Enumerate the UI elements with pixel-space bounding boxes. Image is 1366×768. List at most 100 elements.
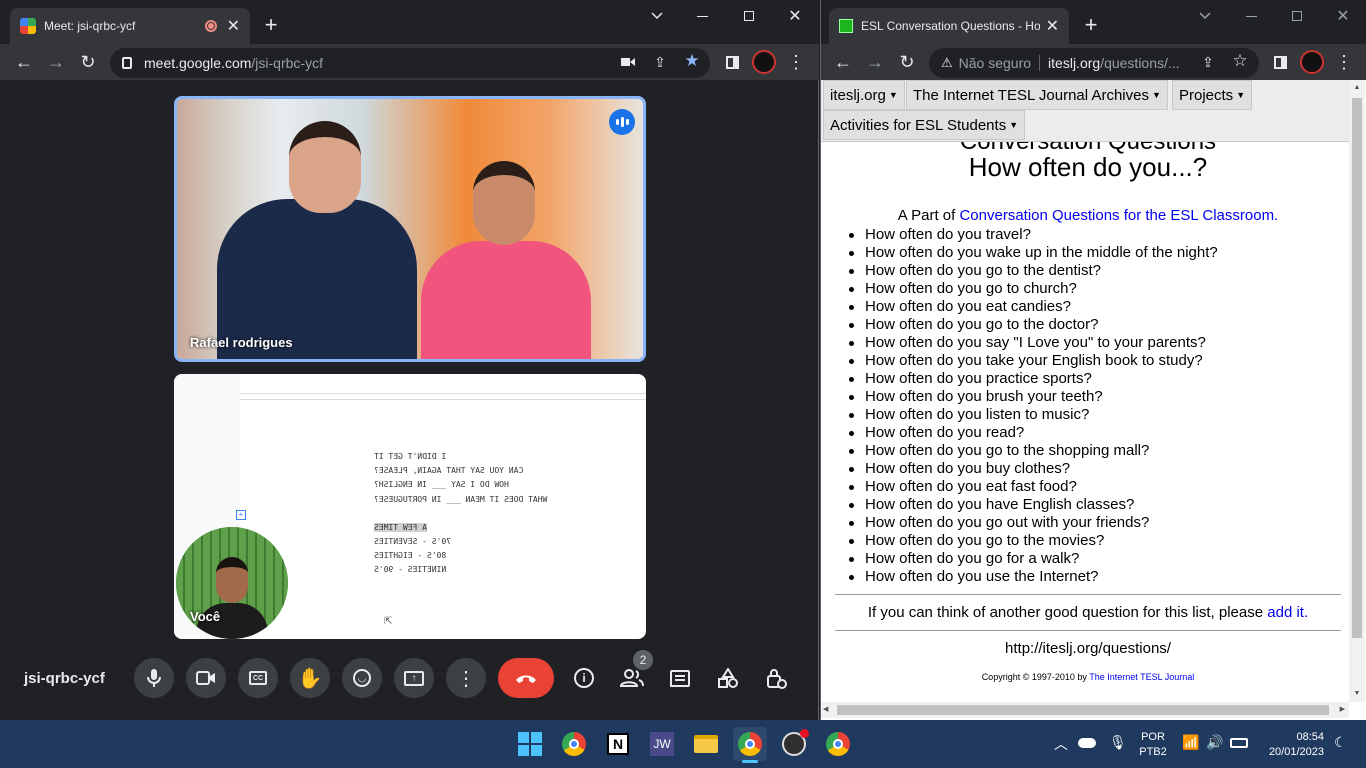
vertical-scroll-thumb[interactable]: [1352, 98, 1362, 638]
more-options-button[interactable]: ⋮: [446, 658, 486, 698]
maximize-icon[interactable]: [1285, 6, 1309, 26]
close-window-icon[interactable]: ✕: [1331, 6, 1355, 26]
active-indicator: [742, 760, 758, 763]
scroll-left-icon[interactable]: ◀: [823, 702, 828, 718]
doc-line: NINETIES - 90'S: [374, 565, 447, 575]
notion-icon[interactable]: N: [601, 727, 635, 761]
battery-icon[interactable]: [1230, 738, 1248, 748]
mic-button[interactable]: [134, 658, 174, 698]
info-button[interactable]: i: [564, 658, 604, 698]
scroll-up-icon[interactable]: ▲: [1349, 80, 1365, 96]
do-not-disturb-icon[interactable]: ☾: [1334, 734, 1347, 751]
jw-icon[interactable]: JW: [645, 727, 679, 761]
present-button[interactable]: ↑: [394, 658, 434, 698]
onedrive-icon[interactable]: [1078, 738, 1096, 748]
nav-activities[interactable]: Activities for ESL Students ▼: [823, 110, 1026, 140]
add-it-link[interactable]: add it.: [1267, 604, 1308, 621]
horizontal-scrollbar[interactable]: ◀ ▶: [821, 702, 1349, 718]
dropdown-icon: ▼: [1009, 120, 1019, 130]
chrome-icon[interactable]: [557, 727, 591, 761]
file-explorer-icon[interactable]: [689, 727, 723, 761]
meet-favicon-icon: [20, 18, 36, 34]
raise-hand-button[interactable]: ✋: [290, 658, 330, 698]
bookmark-star-icon[interactable]: ☆: [1229, 50, 1251, 72]
doc-line: I DIDN'T GET IT: [374, 452, 447, 461]
footer-text: If you can think of another good questio…: [836, 604, 1340, 621]
reload-icon[interactable]: ↻: [895, 50, 919, 74]
nav-iteslj-label: iteslj.org: [830, 86, 886, 104]
nav-iteslj[interactable]: iteslj.org ▼: [823, 80, 905, 110]
participant-tile[interactable]: Rafael rodrigues: [174, 96, 646, 362]
nav-activities-label: Activities for ESL Students: [830, 116, 1007, 134]
comment-add-icon[interactable]: +: [236, 510, 246, 520]
tray-chevron-icon[interactable]: ︿: [1054, 734, 1068, 754]
self-view[interactable]: Você: [176, 527, 288, 639]
emoji-button[interactable]: ◡: [342, 658, 382, 698]
scroll-right-icon[interactable]: ▶: [1340, 702, 1345, 718]
layout-code: PTB2: [1139, 746, 1167, 758]
list-item: How often do you go out with your friend…: [849, 514, 1218, 532]
obs-icon[interactable]: [777, 727, 811, 761]
horizontal-scroll-thumb[interactable]: [837, 705, 1329, 715]
esl-favicon-icon: [839, 19, 853, 33]
side-panel-icon[interactable]: [1270, 52, 1290, 72]
keyboard-language[interactable]: POR PTB2: [1136, 730, 1170, 760]
minimize-icon[interactable]: [1239, 6, 1263, 26]
activities-button[interactable]: [708, 658, 748, 698]
divider: [835, 594, 1341, 595]
bookmark-star-icon[interactable]: ★: [681, 50, 703, 72]
new-tab-icon[interactable]: +: [1078, 12, 1104, 38]
doc-line: HOW DO I SAY ___ IN ENGLISH?: [374, 480, 509, 490]
captions-button[interactable]: CC: [238, 658, 278, 698]
chrome-profile-icon[interactable]: [821, 727, 855, 761]
windows-start-icon[interactable]: [513, 727, 547, 761]
tab-search-icon[interactable]: [1193, 6, 1217, 26]
minimize-icon[interactable]: [690, 6, 714, 26]
part-of-link[interactable]: Conversation Questions for the ESL Class…: [959, 207, 1278, 224]
forward-icon[interactable]: →: [44, 50, 68, 74]
copyright-link[interactable]: The Internet TESL Journal: [1089, 672, 1194, 682]
tab-close-icon[interactable]: ✕: [227, 16, 240, 36]
new-tab-icon[interactable]: +: [258, 12, 284, 38]
nav-archives[interactable]: The Internet TESL Journal Archives ▼: [906, 80, 1168, 110]
menu-icon[interactable]: ⋮: [1332, 50, 1356, 74]
share-icon[interactable]: ⇪: [1198, 52, 1218, 72]
menu-icon[interactable]: ⋮: [784, 50, 808, 74]
tab-esl[interactable]: ESL Conversation Questions - Ho ✕: [829, 8, 1069, 44]
back-icon[interactable]: ←: [12, 50, 36, 74]
captions-icon: CC: [249, 671, 267, 685]
vertical-scrollbar[interactable]: ▲ ▼: [1349, 80, 1365, 702]
wifi-icon[interactable]: 📶: [1182, 734, 1199, 751]
profile-avatar[interactable]: [1300, 50, 1324, 74]
tab-close-icon[interactable]: ✕: [1046, 16, 1059, 36]
profile-avatar[interactable]: [752, 50, 776, 74]
raise-hand-icon: ✋: [297, 667, 323, 690]
microphone-tray-icon[interactable]: 🎙: [1109, 734, 1127, 751]
close-window-icon[interactable]: ✕: [783, 6, 807, 26]
host-controls-button[interactable]: [756, 658, 796, 698]
end-call-button[interactable]: [498, 658, 554, 698]
camera-button[interactable]: [186, 658, 226, 698]
tab-search-icon[interactable]: [645, 6, 669, 26]
chrome-active-icon[interactable]: [733, 727, 767, 761]
tab-meet[interactable]: Meet: jsi-qrbc-ycf ✕: [10, 8, 250, 44]
share-icon[interactable]: ⇪: [650, 52, 670, 72]
maximize-icon[interactable]: [737, 6, 761, 26]
copyright: Copyright © 1997-2010 by The Internet TE…: [836, 672, 1340, 682]
camera-permission-icon[interactable]: [618, 52, 638, 72]
nav-projects[interactable]: Projects ▼: [1172, 80, 1253, 110]
info-icon: i: [574, 668, 594, 688]
meeting-code[interactable]: jsi-qrbc-ycf: [24, 670, 105, 687]
chat-button[interactable]: [660, 658, 700, 698]
side-panel-icon[interactable]: [722, 52, 742, 72]
recording-icon: [204, 20, 217, 32]
forward-icon[interactable]: →: [863, 50, 887, 74]
tab-bar: Meet: jsi-qrbc-ycf ✕ + ✕: [0, 0, 819, 44]
security-label: Não seguro: [958, 55, 1032, 71]
clock[interactable]: 08:54 20/01/2023: [1256, 730, 1324, 760]
doc-highlight: A FEW TIMES: [374, 522, 427, 532]
volume-icon[interactable]: 🔊: [1206, 734, 1223, 751]
back-icon[interactable]: ←: [831, 50, 855, 74]
reload-icon[interactable]: ↻: [76, 50, 100, 74]
scroll-down-icon[interactable]: ▼: [1349, 686, 1365, 702]
